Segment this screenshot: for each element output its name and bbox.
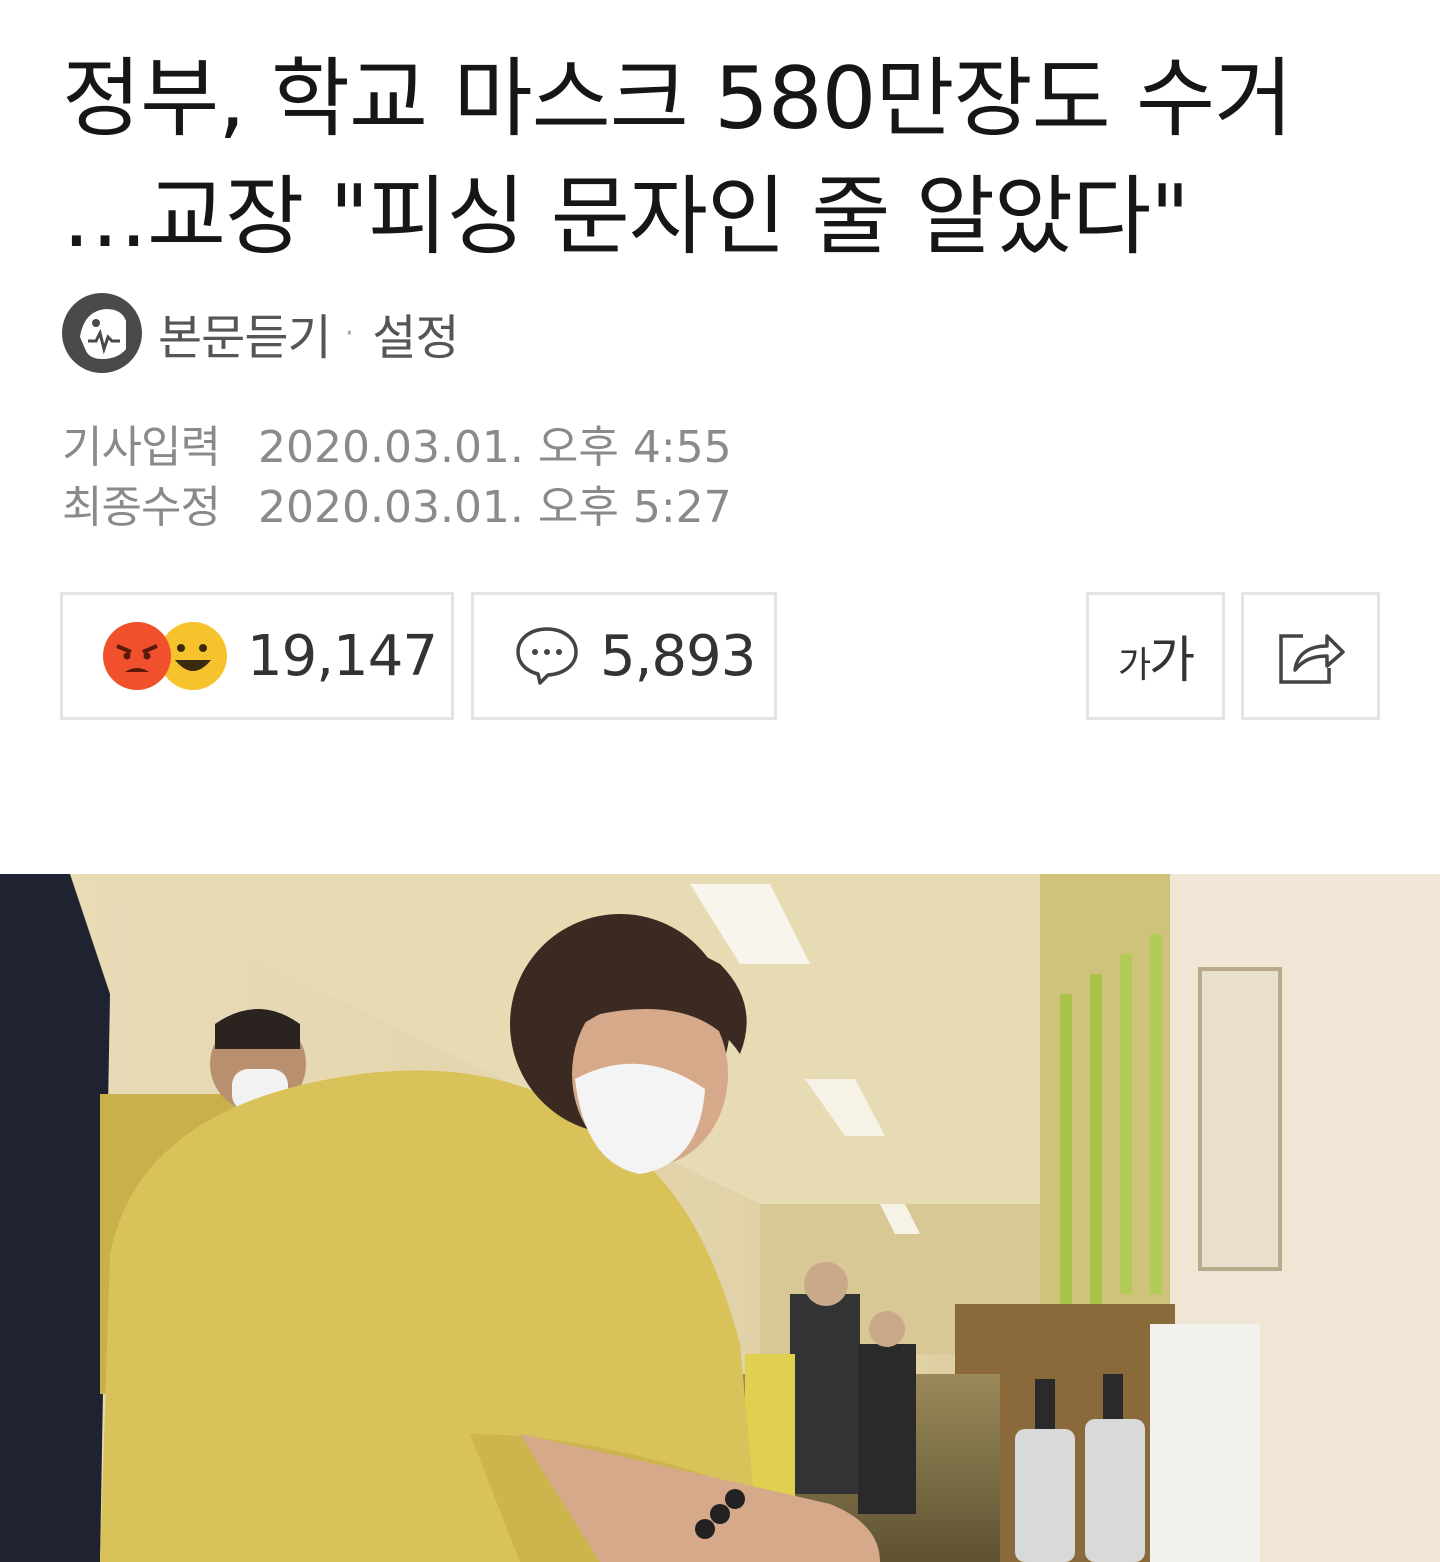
angry-face-icon xyxy=(103,622,171,690)
share-button[interactable] xyxy=(1241,592,1380,720)
font-size-label: 가가 xyxy=(1117,620,1195,692)
news-photo xyxy=(0,874,1440,1562)
article-headline: 정부, 학교 마스크 580만장도 수거 …교장 "피싱 문자인 줄 알았다" xyxy=(62,40,1392,276)
meta-modified-row: 최종수정 2020.03.01. 오후 5:27 xyxy=(62,478,732,538)
speech-bubble-icon xyxy=(516,627,578,685)
tts-controls: 본문듣기 · 설정 xyxy=(62,292,460,374)
share-icon xyxy=(1278,634,1345,684)
meta-input-label: 기사입력 xyxy=(62,422,221,473)
meta-modified-value: 2020.03.01. 오후 5:27 xyxy=(258,482,732,533)
tts-separator: · xyxy=(344,315,355,351)
font-size-large-glyph: 가 xyxy=(1149,631,1195,689)
tts-listen-label[interactable]: 본문듣기 xyxy=(158,298,332,368)
article-meta: 기사입력 2020.03.01. 오후 4:55 최종수정 2020.03.01… xyxy=(62,418,732,538)
font-size-small-glyph: 가 xyxy=(1117,645,1151,686)
tts-settings-link[interactable]: 설정 xyxy=(372,298,459,368)
headline-line-1: 정부, 학교 마스크 580만장도 수거 xyxy=(62,49,1293,149)
comments-button[interactable]: 5,893 xyxy=(471,592,777,720)
headline-line-2: …교장 "피싱 문자인 줄 알았다" xyxy=(62,167,1190,267)
meta-input-row: 기사입력 2020.03.01. 오후 4:55 xyxy=(62,418,732,478)
reaction-count: 19,147 xyxy=(247,623,438,689)
meta-input-value: 2020.03.01. 오후 4:55 xyxy=(258,422,732,473)
reaction-icons xyxy=(103,618,233,694)
tts-speaker-icon[interactable] xyxy=(62,293,142,373)
font-size-button[interactable]: 가가 xyxy=(1086,592,1225,720)
reactions-button[interactable]: 19,147 xyxy=(60,592,454,720)
comment-count: 5,893 xyxy=(600,623,756,689)
meta-modified-label: 최종수정 xyxy=(62,482,221,533)
